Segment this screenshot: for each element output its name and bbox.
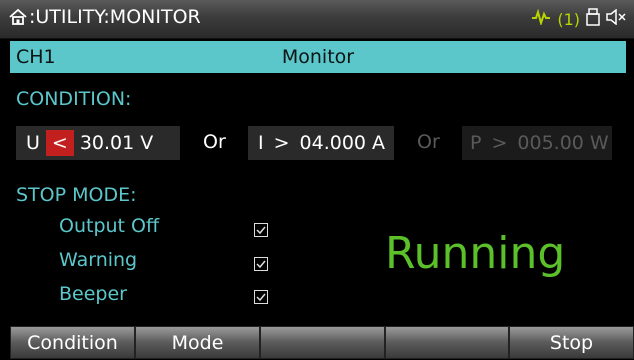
usb-icon [586, 8, 600, 30]
mute-icon [606, 8, 626, 29]
voltage-param: U [26, 132, 40, 154]
current-value[interactable]: 04.000 A [300, 132, 386, 154]
power-operator: > [491, 132, 508, 154]
alarm-count: (1) [557, 9, 580, 29]
power-condition: P > 005.00 W [462, 126, 612, 160]
stop-item-warning: Warning [59, 249, 138, 271]
stop-mode-label: STOP MODE: [16, 184, 137, 206]
voltage-condition[interactable]: U < 30.01 V [16, 126, 180, 160]
panel-title: Monitor [281, 46, 355, 68]
empty-softkey-3[interactable] [260, 326, 385, 359]
power-value: 005.00 W [517, 132, 609, 154]
stop-softkey[interactable]: Stop [509, 326, 634, 359]
status-bar: :UTILITY:MONITOR (1) [0, 0, 634, 39]
current-condition[interactable]: I > 04.000 A [248, 126, 394, 160]
warning-checkbox[interactable] [254, 257, 268, 271]
status-icons: (1) [531, 8, 626, 30]
power-param: P [470, 132, 482, 154]
voltage-operator[interactable]: < [45, 130, 74, 156]
or-label-disabled: Or [417, 131, 440, 153]
channel-header: Monitor CH1 [10, 41, 626, 73]
monitor-screen: :UTILITY:MONITOR (1) Monitor CH1 CONDITI… [0, 0, 634, 359]
mode-softkey[interactable]: Mode [135, 326, 260, 359]
current-operator[interactable]: > [274, 132, 290, 154]
current-param: I [258, 132, 264, 154]
empty-softkey-4[interactable] [385, 326, 509, 359]
beeper-checkbox[interactable] [254, 290, 268, 304]
monitor-status: Running [385, 228, 566, 279]
page-title: :UTILITY:MONITOR [29, 6, 201, 28]
channel-label: CH1 [16, 46, 56, 68]
condition-label: CONDITION: [16, 88, 132, 110]
softkey-bar: Condition Mode Stop [0, 324, 634, 359]
condition-softkey[interactable]: Condition [10, 326, 135, 359]
wave-icon [531, 8, 551, 29]
stop-item-beeper: Beeper [59, 283, 127, 305]
or-label: Or [203, 131, 226, 153]
stop-item-output-off: Output Off [59, 215, 160, 237]
voltage-value[interactable]: 30.01 V [80, 132, 153, 154]
breadcrumb: :UTILITY:MONITOR [8, 6, 201, 28]
output-off-checkbox[interactable] [254, 223, 268, 237]
home-icon[interactable] [8, 7, 28, 27]
